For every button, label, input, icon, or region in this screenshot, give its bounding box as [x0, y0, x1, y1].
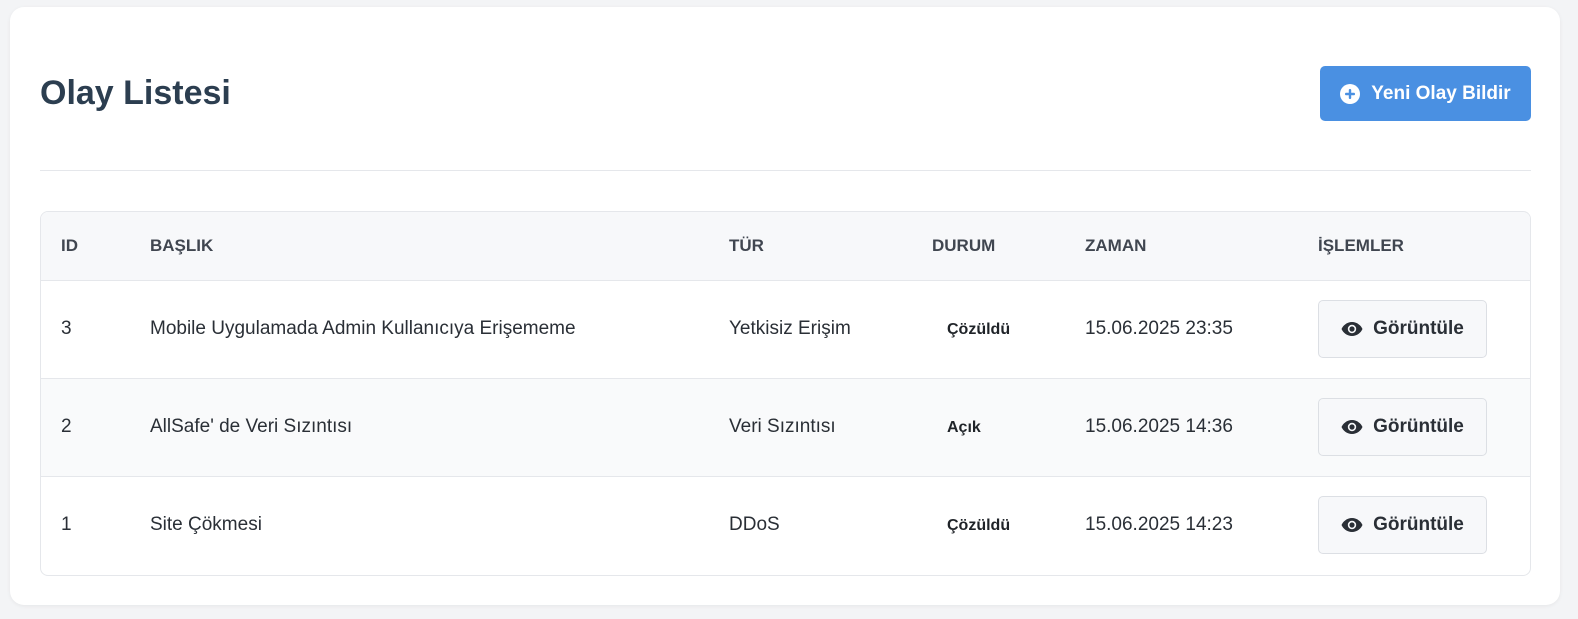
- table-header-row: ID BAŞLIK TÜR DURUM ZAMAN İŞLEMLER: [41, 212, 1530, 281]
- cell-type: DDoS: [729, 514, 780, 536]
- column-header-actions: İŞLEMLER: [1318, 212, 1530, 281]
- incident-table-container: ID BAŞLIK TÜR DURUM ZAMAN İŞLEMLER 3 Mob…: [40, 211, 1531, 576]
- cell-status: Çözüldü: [932, 476, 1085, 574]
- plus-circle-icon: [1340, 83, 1361, 104]
- cell-actions: Görüntüle: [1318, 476, 1530, 574]
- status-badge: Açık: [947, 419, 981, 436]
- column-header-status: DURUM: [932, 212, 1085, 281]
- eye-icon: [1341, 322, 1363, 336]
- cell-type: Yetkisiz Erişim: [729, 318, 851, 339]
- status-badge: Çözüldü: [947, 321, 1011, 338]
- eye-icon: [1341, 518, 1363, 533]
- table-row: 1 Site Çökmesi DDoS Çözüldü 15.06.2025 1…: [41, 476, 1530, 574]
- page-title: Olay Listesi: [40, 74, 231, 112]
- cell-time: 15.06.2025 14:23: [1085, 514, 1233, 536]
- cell-type: Veri Sızıntısı: [729, 416, 836, 437]
- eye-icon: [1341, 420, 1363, 434]
- cell-title: Mobile Uygulamada Admin Kullanıcıya Eriş…: [150, 318, 576, 339]
- header-divider: [40, 170, 1531, 171]
- view-button[interactable]: Görüntüle: [1318, 398, 1487, 456]
- column-header-time: ZAMAN: [1085, 212, 1318, 281]
- column-header-id: ID: [41, 212, 150, 281]
- cell-title: Site Çökmesi: [150, 514, 262, 536]
- view-button[interactable]: Görüntüle: [1318, 496, 1487, 555]
- view-button[interactable]: Görüntüle: [1318, 300, 1487, 358]
- cell-time: 15.06.2025 14:36: [1085, 416, 1233, 437]
- cell-status: Çözüldü: [932, 280, 1085, 378]
- cell-status: Açık: [932, 378, 1085, 476]
- cell-id: 3: [61, 318, 72, 339]
- column-header-title: BAŞLIK: [150, 212, 729, 281]
- view-button-label: Görüntüle: [1373, 416, 1464, 437]
- table-row: 2 AllSafe' de Veri Sızıntısı Veri Sızınt…: [41, 378, 1530, 476]
- cell-id: 2: [61, 416, 72, 437]
- cell-id: 1: [61, 514, 72, 536]
- view-button-label: Görüntüle: [1373, 514, 1464, 536]
- view-button-label: Görüntüle: [1373, 318, 1464, 339]
- new-incident-button[interactable]: Yeni Olay Bildir: [1320, 66, 1531, 121]
- table-row: 3 Mobile Uygulamada Admin Kullanıcıya Er…: [41, 280, 1530, 378]
- cell-actions: Görüntüle: [1318, 378, 1530, 476]
- column-header-type: TÜR: [729, 212, 932, 281]
- cell-title: AllSafe' de Veri Sızıntısı: [150, 416, 353, 437]
- status-badge: Çözüldü: [947, 517, 1011, 535]
- cell-time: 15.06.2025 23:35: [1085, 318, 1233, 339]
- cell-actions: Görüntüle: [1318, 280, 1530, 378]
- incident-table: ID BAŞLIK TÜR DURUM ZAMAN İŞLEMLER 3 Mob…: [41, 212, 1530, 574]
- new-incident-button-label: Yeni Olay Bildir: [1371, 82, 1511, 104]
- incident-list-card: Olay Listesi Yeni Olay Bildir ID BAŞLIK …: [10, 7, 1560, 605]
